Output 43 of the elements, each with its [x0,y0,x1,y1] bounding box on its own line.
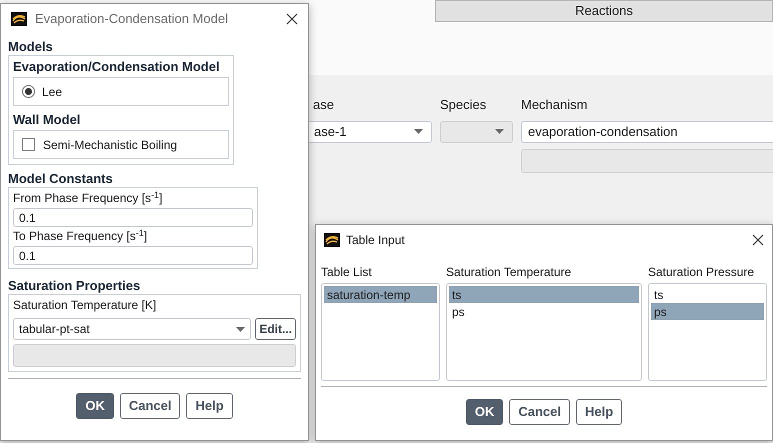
caret-icon [495,129,504,134]
dialog-button[interactable]: Cancel [509,399,570,425]
list-heading: Saturation Temperature [446,264,572,281]
field-label: ase [312,96,335,114]
input-field[interactable]: 0.1 [13,246,253,265]
close-icon[interactable] [752,234,764,246]
field-label: From Phase Frequency [s$^{-1}$] [13,190,164,207]
input-field[interactable]: 0.1 [13,208,253,227]
dialog-button[interactable]: Cancel [120,393,180,419]
tab[interactable]: Reactions [435,0,773,22]
caret-icon [414,129,423,134]
group-heading: Wall Model [13,111,82,128]
section-heading: Saturation Properties [8,277,142,294]
field-label: To Phase Frequency [s$^{-1}$] [13,228,148,245]
field-label: Mechanism [521,96,588,114]
group-heading: Evaporation/Condensation Model [13,58,221,75]
dialog-button[interactable]: Help [576,399,622,425]
list-item[interactable]: ts [651,286,764,303]
radio-button[interactable] [22,85,35,98]
caret-icon [236,326,246,332]
field-label: Species [440,96,488,114]
dialog-button[interactable]: Help [186,393,233,419]
section-heading: Model Constants [8,170,114,187]
ok-button[interactable]: OK [76,393,114,419]
field-label: Saturation Temperature [K] [13,297,158,314]
logo-icon [11,12,27,26]
edit-button[interactable]: Edit... [255,318,296,340]
logo-icon [324,233,340,247]
saturation-dropdown[interactable]: tabular-pt-sat [13,318,252,340]
checkbox[interactable] [22,138,35,151]
close-icon[interactable] [286,13,298,25]
mechanism-field[interactable]: evaporation-condensation [521,120,773,142]
list-item[interactable]: ps [449,303,639,320]
list-item[interactable]: ts [449,286,639,303]
ok-button[interactable]: OK [466,399,504,425]
window-title: Evaporation-Condensation Model [35,10,229,28]
list-heading: Saturation Pressure [648,264,756,281]
list-heading: Table List [321,264,373,281]
radio-option[interactable]: Lee [22,82,62,100]
window-title: Table Input [346,232,406,249]
list-item[interactable]: ps [651,303,764,320]
list-item[interactable]: saturation-temp [324,286,437,303]
section-heading: Models [8,38,54,55]
